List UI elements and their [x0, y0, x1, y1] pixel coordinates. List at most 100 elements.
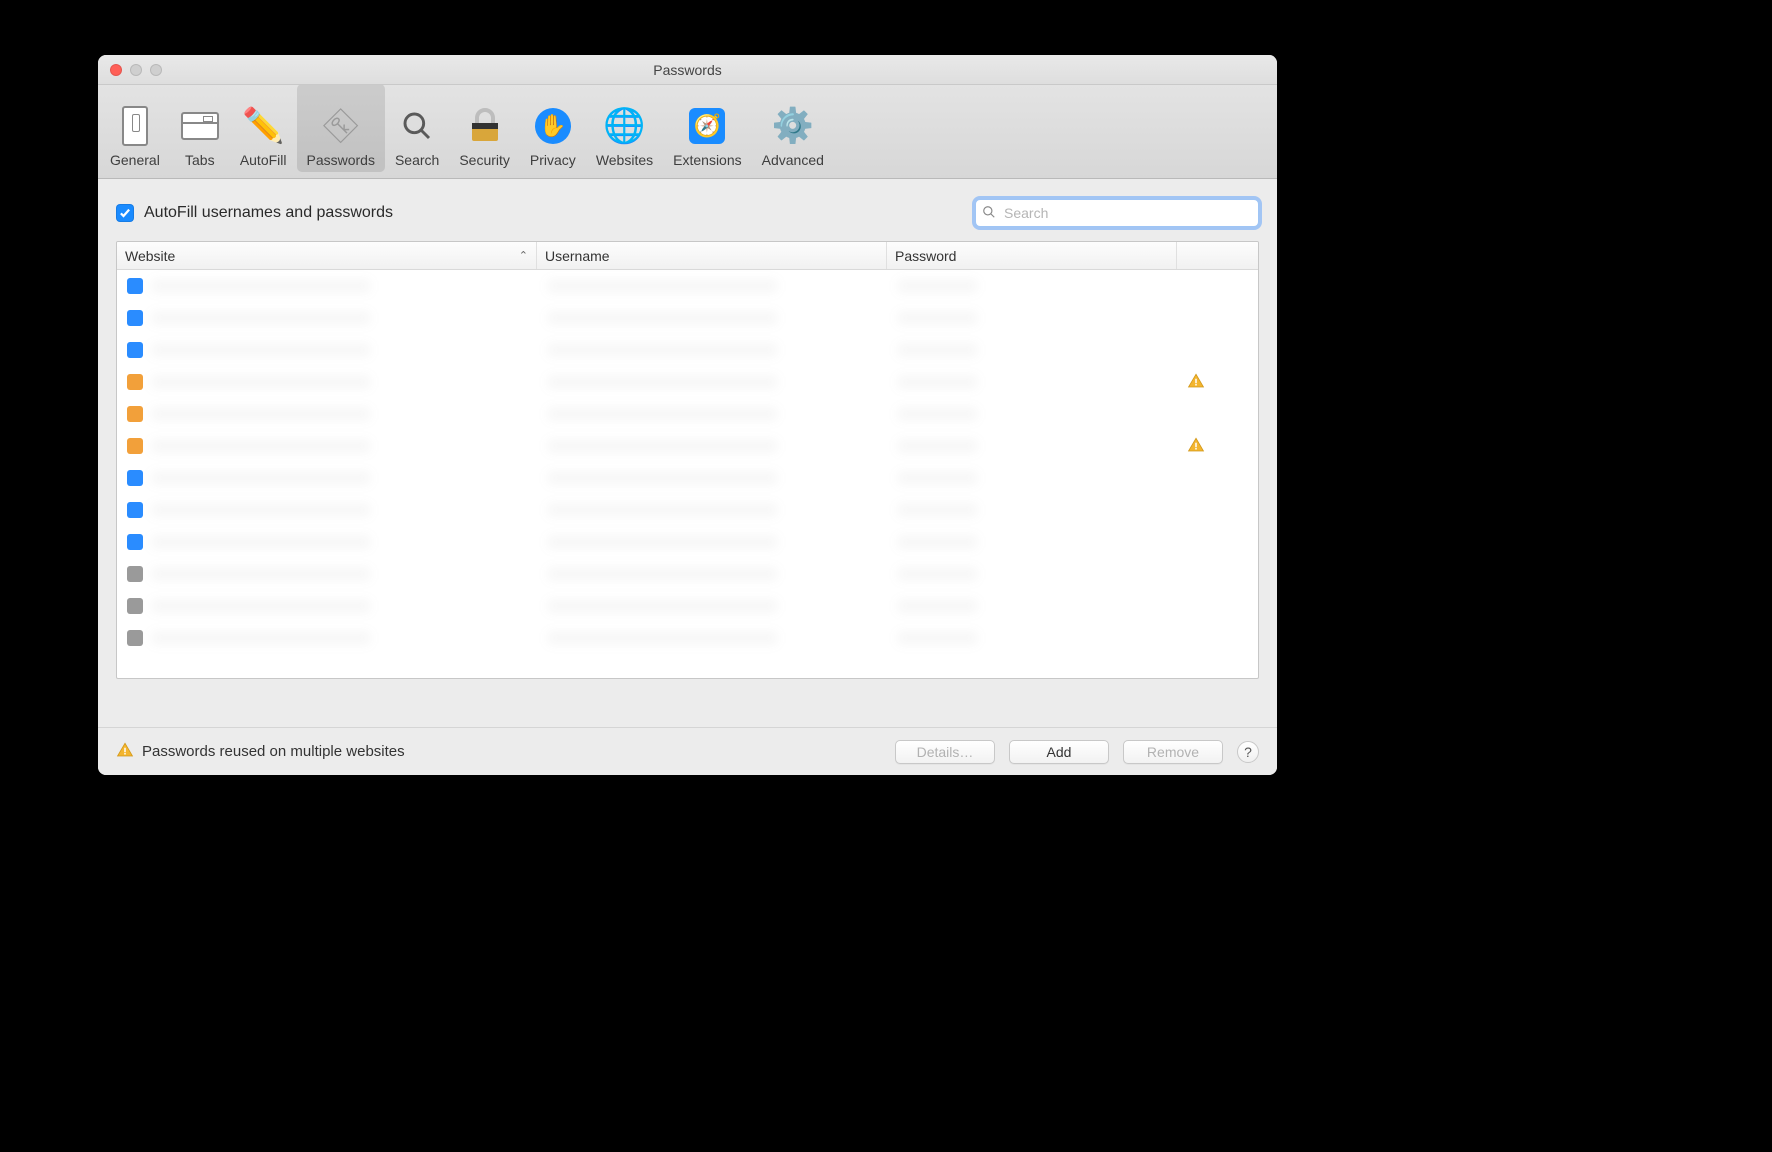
- redacted-username: [547, 311, 778, 325]
- redacted-website: [151, 279, 371, 293]
- cell-password: [887, 311, 1177, 325]
- redacted-username: [547, 407, 778, 421]
- tab-general[interactable]: General: [100, 84, 170, 172]
- search-field[interactable]: [975, 199, 1259, 227]
- cell-username: [537, 439, 887, 453]
- cell-username: [537, 375, 887, 389]
- redacted-website: [151, 535, 371, 549]
- table-row[interactable]: [117, 270, 1258, 302]
- column-password[interactable]: Password: [887, 242, 1177, 269]
- favicon-icon: [127, 310, 143, 326]
- column-website[interactable]: Website ⌃: [117, 242, 537, 269]
- gear-icon: ⚙️: [773, 106, 813, 146]
- compass-icon: 🧭: [687, 106, 727, 146]
- table-row[interactable]: [117, 430, 1258, 462]
- table-row[interactable]: [117, 558, 1258, 590]
- search-input[interactable]: [1002, 204, 1252, 222]
- preferences-window: Passwords General Tabs ✏️ AutoFill ⚿ Pas…: [98, 55, 1277, 775]
- tab-passwords[interactable]: ⚿ Passwords: [297, 84, 385, 172]
- hand-icon: ✋: [533, 106, 573, 146]
- redacted-username: [547, 375, 778, 389]
- cell-username: [537, 535, 887, 549]
- cell-password: [887, 567, 1177, 581]
- redacted-website: [151, 311, 371, 325]
- redacted-website: [151, 343, 371, 357]
- cell-password: [887, 407, 1177, 421]
- padlock-icon: [465, 106, 505, 146]
- tab-extensions[interactable]: 🧭 Extensions: [663, 84, 751, 172]
- cell-password: [887, 535, 1177, 549]
- tab-privacy-label: Privacy: [530, 152, 576, 172]
- remove-button[interactable]: Remove: [1123, 740, 1223, 764]
- redacted-website: [151, 471, 371, 485]
- panel-top-row: AutoFill usernames and passwords: [116, 199, 1259, 227]
- tab-websites[interactable]: 🌐 Websites: [586, 84, 663, 172]
- redacted-username: [547, 599, 778, 613]
- minimize-window-button[interactable]: [130, 64, 142, 76]
- window-controls: [98, 64, 162, 76]
- add-button[interactable]: Add: [1009, 740, 1109, 764]
- cell-username: [537, 599, 887, 613]
- column-password-label: Password: [895, 248, 956, 264]
- warning-triangle-icon: [116, 741, 134, 763]
- autofill-checkbox-label: AutoFill usernames and passwords: [144, 204, 393, 222]
- redacted-website: [151, 503, 371, 517]
- favicon-icon: [127, 470, 143, 486]
- redacted-username: [547, 631, 778, 645]
- table-body[interactable]: [117, 270, 1258, 678]
- tab-search-label: Search: [395, 152, 439, 172]
- redacted-password: [897, 311, 978, 325]
- tab-extensions-label: Extensions: [673, 152, 741, 172]
- cell-website: [117, 566, 537, 582]
- redacted-password: [897, 567, 978, 581]
- favicon-icon: [127, 278, 143, 294]
- redacted-website: [151, 599, 371, 613]
- cell-username: [537, 407, 887, 421]
- tab-advanced[interactable]: ⚙️ Advanced: [752, 84, 834, 172]
- table-row[interactable]: [117, 334, 1258, 366]
- tab-tabs[interactable]: Tabs: [170, 84, 230, 172]
- cell-username: [537, 631, 887, 645]
- cell-website: [117, 630, 537, 646]
- cell-website: [117, 598, 537, 614]
- table-row[interactable]: [117, 366, 1258, 398]
- tab-search[interactable]: Search: [385, 84, 449, 172]
- table-row[interactable]: [117, 302, 1258, 334]
- close-window-button[interactable]: [110, 64, 122, 76]
- table-row[interactable]: [117, 590, 1258, 622]
- redacted-website: [151, 439, 371, 453]
- column-website-label: Website: [125, 248, 175, 264]
- pencil-icon: ✏️: [243, 106, 283, 146]
- zoom-window-button[interactable]: [150, 64, 162, 76]
- table-row[interactable]: [117, 462, 1258, 494]
- details-button[interactable]: Details…: [895, 740, 995, 764]
- favicon-icon: [127, 566, 143, 582]
- cell-website: [117, 406, 537, 422]
- tab-autofill[interactable]: ✏️ AutoFill: [230, 84, 297, 172]
- tab-privacy[interactable]: ✋ Privacy: [520, 84, 586, 172]
- table-row[interactable]: [117, 398, 1258, 430]
- reused-passwords-warning: Passwords reused on multiple websites: [116, 741, 405, 763]
- window-title: Passwords: [98, 62, 1277, 78]
- redacted-password: [897, 375, 978, 389]
- cell-status: [1177, 436, 1247, 457]
- table-row[interactable]: [117, 622, 1258, 654]
- tab-security[interactable]: Security: [449, 84, 520, 172]
- favicon-icon: [127, 534, 143, 550]
- help-button[interactable]: ?: [1237, 741, 1259, 763]
- redacted-website: [151, 631, 371, 645]
- cell-password: [887, 439, 1177, 453]
- cell-password: [887, 279, 1177, 293]
- cell-website: [117, 374, 537, 390]
- table-row[interactable]: [117, 494, 1258, 526]
- favicon-icon: [127, 438, 143, 454]
- autofill-checkbox-row[interactable]: AutoFill usernames and passwords: [116, 204, 393, 222]
- cell-username: [537, 279, 887, 293]
- favicon-icon: [127, 374, 143, 390]
- redacted-password: [897, 503, 978, 517]
- tab-passwords-label: Passwords: [307, 152, 375, 172]
- column-username[interactable]: Username: [537, 242, 887, 269]
- switch-icon: [115, 106, 155, 146]
- panel-footer: Passwords reused on multiple websites De…: [98, 727, 1277, 775]
- table-row[interactable]: [117, 526, 1258, 558]
